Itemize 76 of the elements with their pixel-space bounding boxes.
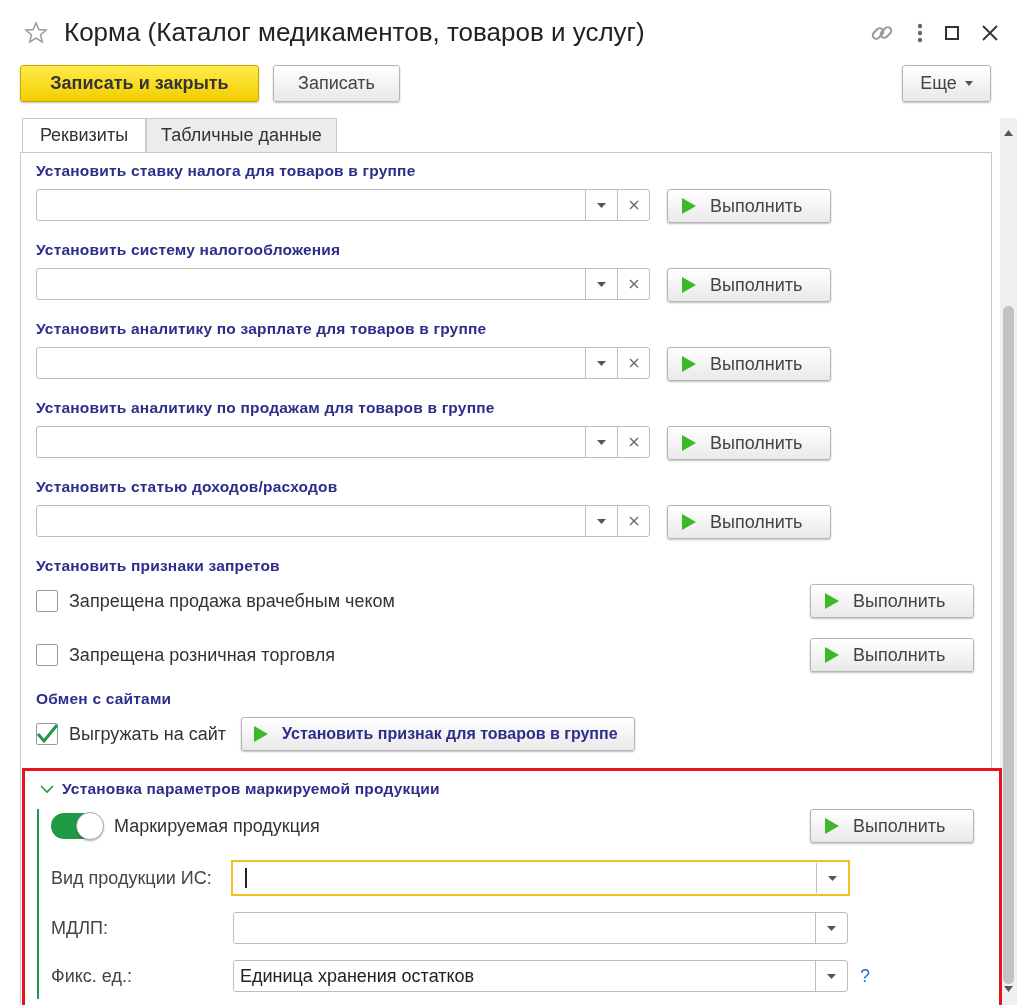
section-title: Установить аналитику по зарплате для товаров в группе: [36, 319, 488, 339]
scrollbar-thumb[interactable]: [1003, 306, 1014, 984]
maximize-icon[interactable]: [945, 25, 959, 40]
clear-icon[interactable]: [628, 437, 639, 447]
checkbox-label: Запрещена продажа врачебным чеком: [69, 589, 395, 613]
section-title: Обмен с сайтами: [36, 689, 173, 709]
save-and-close-button[interactable]: Записать и закрыть: [20, 65, 259, 102]
dropdown-arrow-icon[interactable]: [597, 360, 606, 366]
play-icon: [825, 647, 839, 663]
checkbox[interactable]: [36, 723, 58, 745]
dropdown-field[interactable]: [233, 912, 848, 944]
run-button[interactable]: Выполнить: [667, 347, 831, 381]
field-label: Фикс. ед.:: [51, 964, 133, 988]
star-icon[interactable]: [24, 20, 48, 45]
play-icon: [682, 435, 696, 451]
group-title[interactable]: Установка параметров маркируемой продукции: [62, 779, 440, 799]
play-icon: [682, 356, 696, 372]
clear-icon[interactable]: [628, 358, 639, 368]
dropdown-arrow-icon[interactable]: [597, 439, 606, 445]
clear-icon[interactable]: [628, 279, 639, 289]
section-title: Установить ставку налога для товаров в группе: [36, 161, 417, 181]
checkbox[interactable]: [36, 590, 58, 612]
run-button[interactable]: Выполнить: [810, 584, 974, 618]
dropdown-arrow-icon[interactable]: [597, 518, 606, 524]
dropdown-field[interactable]: [36, 347, 650, 379]
caret-icon: [964, 81, 973, 86]
dropdown-field[interactable]: Единица хранения остатков: [233, 960, 848, 992]
dropdown-field[interactable]: [36, 268, 650, 300]
scroll-down-icon[interactable]: [1004, 986, 1013, 992]
toggle-switch[interactable]: [51, 813, 103, 839]
play-icon: [682, 514, 696, 530]
play-icon: [682, 198, 696, 214]
play-icon: [825, 593, 839, 609]
section-title: Установить систему налогообложения: [36, 240, 342, 260]
play-icon: [682, 277, 696, 293]
play-icon: [825, 818, 839, 834]
dropdown-field[interactable]: [36, 189, 650, 221]
close-icon[interactable]: [981, 23, 999, 42]
play-icon: [254, 726, 269, 742]
field-label: МДЛП:: [51, 916, 109, 940]
field-label: Вид продукции ИС:: [51, 866, 213, 890]
more-options-icon[interactable]: [917, 21, 923, 44]
clear-icon[interactable]: [628, 200, 639, 210]
checkbox[interactable]: [36, 644, 58, 666]
section-title: Установить статью доходов/расходов: [36, 477, 339, 497]
tab[interactable]: Реквизиты: [22, 118, 146, 152]
tab[interactable]: Табличные данные: [146, 118, 337, 152]
clear-icon[interactable]: [628, 516, 639, 526]
checkmark-icon: [36, 724, 58, 744]
run-button[interactable]: Выполнить: [810, 638, 974, 672]
checkbox-label: Запрещена розничная торговля: [69, 643, 335, 667]
scrollbar[interactable]: [1000, 118, 1017, 1005]
dropdown-arrow-icon[interactable]: [828, 875, 837, 881]
dropdown-field[interactable]: [36, 505, 650, 537]
run-button[interactable]: Выполнить: [667, 426, 831, 460]
dropdown-field[interactable]: [36, 426, 650, 458]
chevron-icon[interactable]: [40, 784, 54, 794]
checkbox-label: Выгружать на сайт: [69, 722, 227, 746]
section-title: Установить аналитику по продажам для товаров в группе: [36, 398, 496, 418]
scroll-up-icon[interactable]: [1004, 130, 1013, 136]
dropdown-arrow-icon[interactable]: [597, 281, 606, 287]
help-link[interactable]: ?: [860, 962, 870, 990]
more-button[interactable]: Еще: [902, 65, 991, 102]
run-button[interactable]: Установить признак для товаров в группе: [241, 717, 635, 751]
dropdown-arrow-icon[interactable]: [827, 973, 836, 979]
window-title: Корма (Каталог медикаментов, товаров и услуг): [64, 16, 645, 49]
dropdown-arrow-icon[interactable]: [827, 925, 836, 931]
section-title: Установить признаки запретов: [36, 556, 281, 576]
run-button[interactable]: Выполнить: [810, 809, 974, 843]
save-button[interactable]: Записать: [273, 65, 400, 102]
run-button[interactable]: Выполнить: [667, 268, 831, 302]
run-button[interactable]: Выполнить: [667, 505, 831, 539]
dropdown-arrow-icon[interactable]: [597, 202, 606, 208]
toggle-label: Маркируемая продукция: [114, 814, 320, 838]
run-button[interactable]: Выполнить: [667, 189, 831, 223]
dropdown-field[interactable]: [231, 860, 850, 896]
